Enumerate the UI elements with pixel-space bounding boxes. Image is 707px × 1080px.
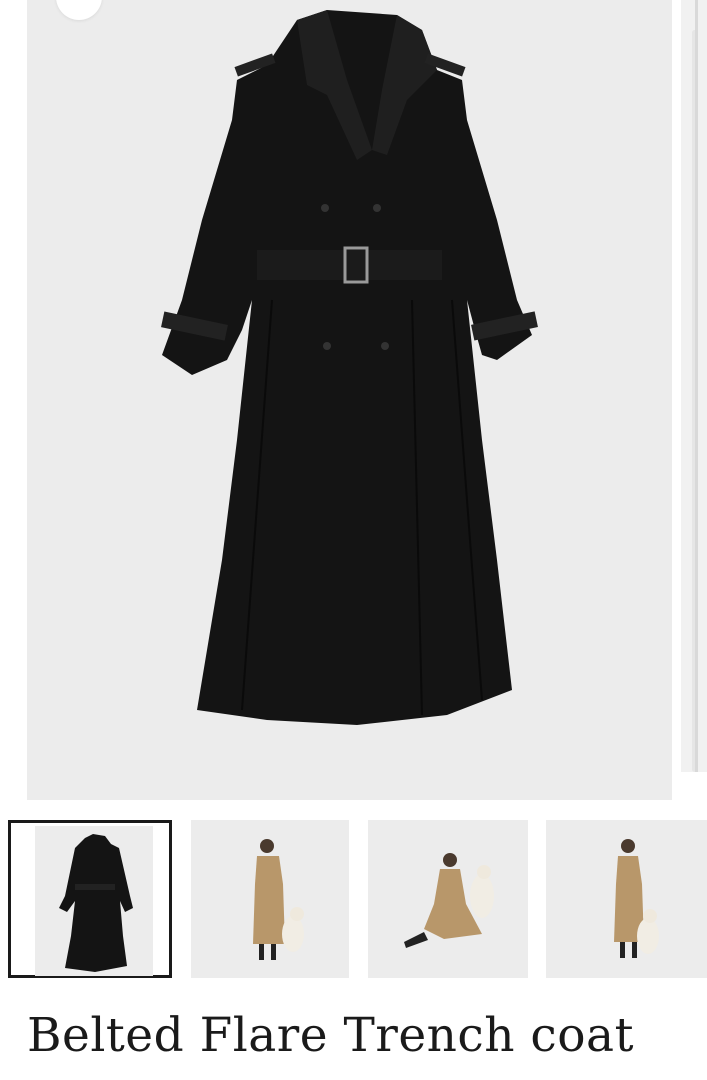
thumbnail-2[interactable] bbox=[191, 820, 349, 978]
thumbnail-4[interactable] bbox=[546, 820, 707, 978]
thumbnail-3[interactable] bbox=[368, 820, 528, 978]
thumbnail-1[interactable] bbox=[8, 820, 172, 978]
thumbnail-strip bbox=[0, 816, 707, 984]
scrollbar[interactable] bbox=[681, 0, 707, 772]
product-title: Belted Flare Trench coat bbox=[27, 1008, 634, 1063]
thumbnail-model-dog-side-image bbox=[614, 839, 659, 958]
trench-coat-image bbox=[161, 10, 538, 725]
main-product-image[interactable] bbox=[27, 0, 672, 800]
scrollbar-edge bbox=[695, 0, 698, 772]
thumbnail-model-seated-image bbox=[404, 853, 494, 948]
thumbnail-model-dog-image bbox=[253, 839, 304, 960]
thumbnail-black-coat-image bbox=[59, 834, 133, 972]
